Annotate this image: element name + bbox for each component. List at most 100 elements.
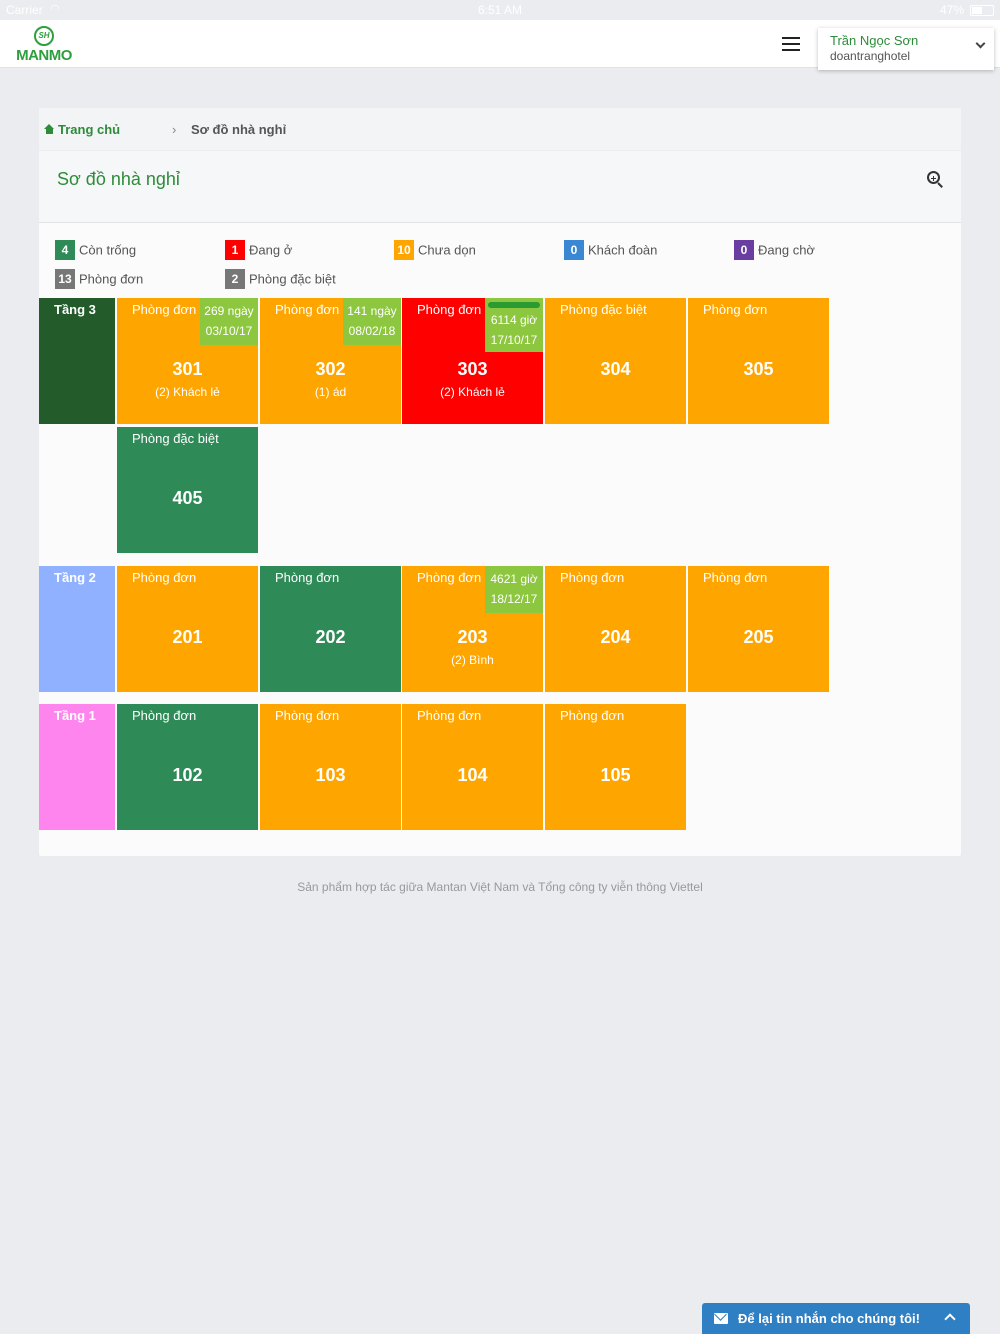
user-dropdown[interactable]: Trần Ngọc Sơn doantranghotel — [818, 28, 994, 70]
stay-duration-badge: 141 ngày 08/02/18 — [343, 298, 401, 345]
legend-label: Khách đoàn — [588, 242, 658, 258]
chat-widget-button[interactable]: Để lại tin nhắn cho chúng tôi! — [702, 1303, 970, 1334]
room-type: Phòng đơn — [417, 302, 482, 317]
breadcrumb: Trang chủ › Sơ đồ nhà nghỉ — [39, 108, 961, 150]
room-203[interactable]: Phòng đơn 4621 giờ 18/12/17 203 (2) Bình — [402, 566, 543, 692]
room-type: Phòng đơn — [417, 570, 482, 585]
status-bar: Carrier ◠ 6:51 AM 47% — [0, 0, 1000, 20]
legend-single-room[interactable]: 13 Phòng đơn — [55, 269, 143, 289]
zoom-in-icon[interactable] — [927, 171, 943, 188]
hamburger-menu-icon[interactable] — [782, 37, 800, 51]
room-number: 202 — [315, 627, 346, 647]
room-number: 102 — [172, 765, 203, 785]
floor-label-3: Tầng 3 — [39, 298, 115, 424]
legend-badge: 0 — [734, 240, 754, 260]
legend-label: Phòng đặc biệt — [249, 271, 336, 287]
legend-badge: 0 — [564, 240, 584, 260]
legend-occupied[interactable]: 1 Đang ở — [225, 240, 292, 260]
chevron-down-icon — [975, 38, 986, 49]
room-type: Phòng đơn — [560, 570, 625, 585]
room-303[interactable]: Phòng đơn 6114 giờ 17/10/17 303 (2) Khách… — [402, 298, 543, 424]
room-number: 104 — [457, 765, 488, 785]
chevron-up-icon — [944, 1313, 956, 1325]
footer-credit: Sản phẩm hợp tác giữa Mantan Việt Nam và… — [297, 880, 703, 894]
room-type: Phòng đặc biệt — [132, 431, 219, 446]
checkin-date: 18/12/17 — [490, 592, 538, 606]
hotel-name: doantranghotel — [830, 49, 911, 63]
legend-badge: 1 — [225, 240, 245, 260]
breadcrumb-home-label: Trang chủ — [58, 122, 121, 137]
room-number: 405 — [172, 488, 203, 508]
clock: 6:51 AM — [477, 3, 523, 17]
room-103[interactable]: Phòng đơn 103 — [260, 704, 401, 830]
legend-not-cleaned[interactable]: 10 Chưa dọn — [394, 240, 476, 260]
floor-map-card: Sơ đồ nhà nghỉ 4 Còn trống 1 Đang ở 10 Chưa… — [39, 151, 961, 856]
page-title: Sơ đồ nhà nghỉ — [57, 169, 180, 189]
room-type: Phòng đơn — [560, 708, 625, 723]
breadcrumb-separator: › — [172, 122, 177, 137]
room-number: 304 — [600, 359, 631, 379]
room-204[interactable]: Phòng đơn 204 — [545, 566, 686, 692]
room-301[interactable]: Phòng đơn 269 ngày 03/10/17 301 (2) Khách… — [117, 298, 258, 424]
floor-label-2: Tầng 2 — [39, 566, 115, 692]
legend-waiting[interactable]: 0 Đang chờ — [734, 240, 815, 260]
chat-label: Để lại tin nhắn cho chúng tôi! — [738, 1311, 920, 1326]
logo-mark: SH — [34, 26, 54, 46]
room-104[interactable]: Phòng đơn 104 — [402, 704, 543, 830]
stay-duration: 269 ngày — [204, 304, 254, 318]
legend-label: Chưa dọn — [418, 242, 476, 258]
room-number: 302 — [315, 359, 346, 379]
room-guest: (1) ád — [314, 385, 347, 399]
room-type: Phòng đơn — [275, 708, 340, 723]
stay-duration-badge: 4621 giờ 18/12/17 — [485, 566, 543, 613]
room-guest: (2) Bình — [451, 653, 494, 667]
room-guest: (2) Khách lẻ — [155, 385, 220, 399]
legend-label: Còn trống — [79, 242, 137, 258]
legend-badge: 2 — [225, 269, 245, 289]
room-type: Phòng đơn — [132, 708, 197, 723]
room-305[interactable]: Phòng đơn 305 — [688, 298, 829, 424]
room-202[interactable]: Phòng đơn 202 — [260, 566, 401, 692]
room-type: Phòng đơn — [275, 302, 340, 317]
user-name: Trần Ngọc Sơn — [830, 33, 919, 48]
breadcrumb-current: Sơ đồ nhà nghỉ — [191, 122, 287, 137]
legend-special-room[interactable]: 2 Phòng đặc biệt — [225, 269, 336, 289]
room-number: 303 — [457, 359, 488, 379]
legend-badge: 4 — [55, 240, 75, 260]
room-205[interactable]: Phòng đơn 205 — [688, 566, 829, 692]
room-number: 105 — [600, 765, 631, 785]
room-number: 301 — [172, 359, 203, 379]
stay-progress-bar — [488, 302, 540, 308]
breadcrumb-home[interactable]: Trang chủ — [44, 122, 120, 137]
battery-icon — [970, 5, 994, 16]
room-type: Phòng đơn — [417, 708, 482, 723]
legend-badge: 13 — [55, 269, 75, 289]
room-302[interactable]: Phòng đơn 141 ngày 08/02/18 302 (1) ád — [260, 298, 401, 424]
room-105[interactable]: Phòng đơn 105 — [545, 704, 686, 830]
stay-duration-badge: 269 ngày 03/10/17 — [200, 298, 258, 345]
app-header: SH MANMO Trần Ngọc Sơn doantranghotel — [0, 20, 1000, 70]
room-number: 205 — [743, 627, 774, 647]
legend-label: Đang ở — [249, 242, 293, 258]
legend-group-guest[interactable]: 0 Khách đoàn — [564, 240, 657, 260]
logo[interactable]: SH MANMO — [14, 26, 74, 64]
room-type: Phòng đơn — [703, 570, 768, 585]
checkin-date: 17/10/17 — [490, 333, 538, 347]
room-number: 103 — [315, 765, 346, 785]
room-type: Phòng đơn — [132, 302, 197, 317]
stay-duration-badge: 6114 giờ 17/10/17 — [485, 298, 543, 352]
room-number: 203 — [457, 627, 488, 647]
card-header: Sơ đồ nhà nghỉ — [39, 151, 961, 223]
room-201[interactable]: Phòng đơn 201 — [117, 566, 258, 692]
legend-badge: 10 — [394, 240, 414, 260]
room-type: Phòng đơn — [275, 570, 340, 585]
room-number: 204 — [600, 627, 631, 647]
logo-text: MANMO — [16, 47, 72, 64]
checkin-date: 08/02/18 — [348, 324, 396, 338]
legend-label: Đang chờ — [758, 242, 815, 258]
room-102[interactable]: Phòng đơn 102 — [117, 704, 258, 830]
room-405[interactable]: Phòng đặc biệt 405 — [117, 427, 258, 553]
legend-label: Phòng đơn — [79, 271, 144, 287]
legend-available[interactable]: 4 Còn trống — [55, 240, 136, 260]
room-304[interactable]: Phòng đặc biệt 304 — [545, 298, 686, 424]
